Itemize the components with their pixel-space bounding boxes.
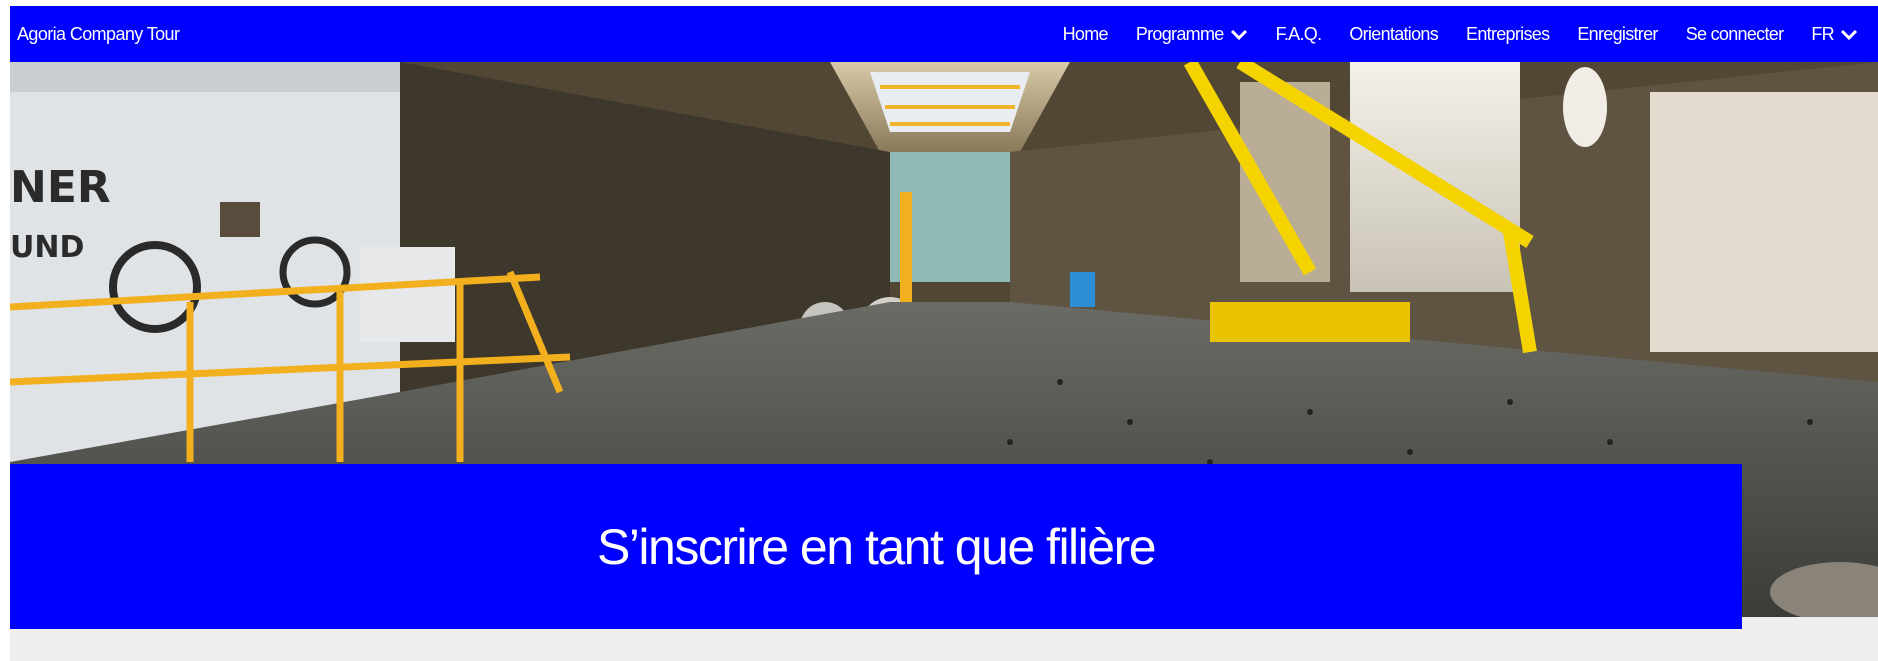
brand-link[interactable]: Agoria Company Tour	[17, 6, 180, 62]
nav-se-connecter-label: Se connecter	[1685, 23, 1784, 44]
nav-enregistrer-label: Enregistrer	[1577, 23, 1658, 44]
page-frame: Agoria Company Tour Home Programme F.A.Q…	[10, 6, 1878, 661]
nav-programme-dropdown[interactable]: Programme	[1136, 24, 1248, 45]
nav-enregistrer[interactable]: Enregistrer	[1577, 23, 1658, 45]
nav-orientations[interactable]: Orientations	[1349, 24, 1438, 45]
chevron-down-icon	[1230, 29, 1247, 40]
language-selector[interactable]: FR	[1811, 24, 1858, 45]
nav-entreprises-label: Entreprises	[1466, 23, 1550, 44]
top-navbar: Agoria Company Tour Home Programme F.A.Q…	[10, 6, 1878, 62]
chevron-down-icon	[1840, 29, 1858, 40]
nav-home-label: Home	[1062, 23, 1109, 44]
language-label: FR	[1811, 23, 1834, 44]
svg-text:UND: UND	[10, 230, 84, 265]
nav-links: Home Programme F.A.Q. Orientations Entre…	[1063, 6, 1858, 62]
page-title-band: S’inscrire en tant que filière	[10, 464, 1742, 629]
nav-faq-label: F.A.Q.	[1275, 23, 1323, 44]
nav-programme-label: Programme	[1135, 23, 1224, 44]
page-title: S’inscrire en tant que filière	[596, 518, 1157, 575]
nav-entreprises[interactable]: Entreprises	[1466, 23, 1550, 45]
nav-faq[interactable]: F.A.Q.	[1275, 23, 1323, 45]
nav-se-connecter[interactable]: Se connecter	[1686, 24, 1784, 45]
svg-text:NER: NER	[10, 162, 111, 213]
nav-orientations-label: Orientations	[1349, 23, 1439, 44]
nav-home[interactable]: Home	[1062, 23, 1109, 45]
